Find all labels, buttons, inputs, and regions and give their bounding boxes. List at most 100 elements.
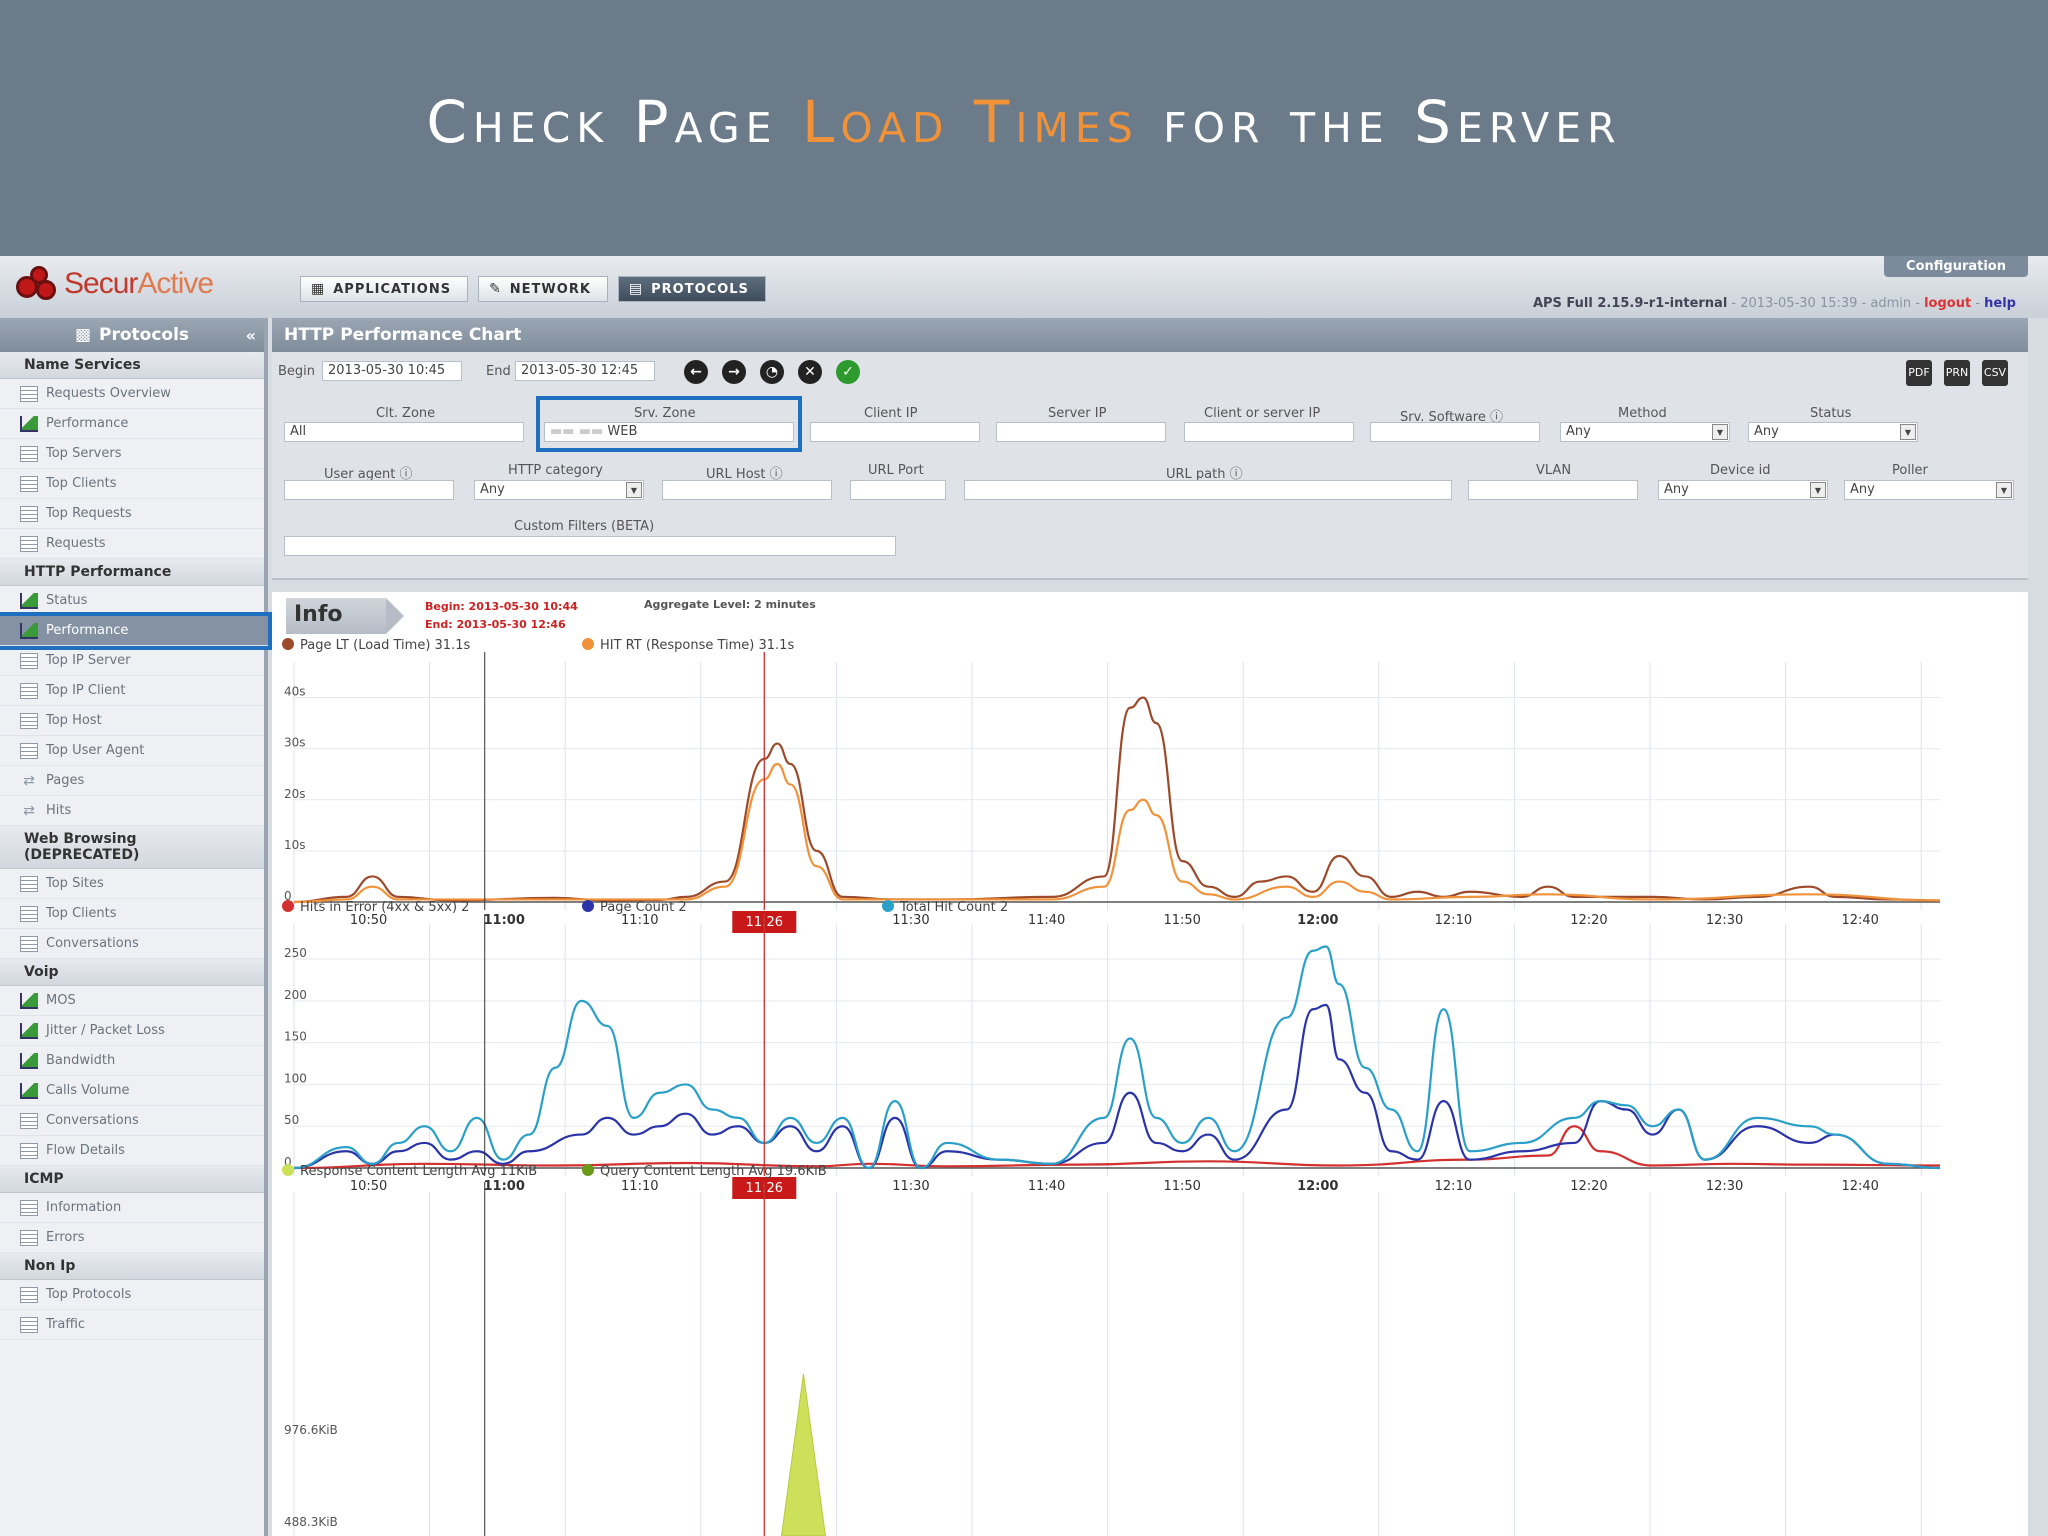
- sidebar-section-title: HTTP Performance: [0, 559, 264, 586]
- panel-title: HTTP Performance Chart: [272, 318, 2028, 352]
- url-port-input[interactable]: [850, 480, 946, 500]
- dropdown-icon[interactable]: ▼: [626, 482, 642, 498]
- url-host-input[interactable]: [662, 480, 832, 500]
- logout-link[interactable]: logout: [1924, 296, 1971, 311]
- grid-icon: [20, 935, 38, 952]
- sidebar-item[interactable]: ⇄ Pages: [0, 766, 264, 796]
- sidebar-item[interactable]: Top Sites: [0, 869, 264, 899]
- srv-software-input[interactable]: [1370, 422, 1540, 442]
- sidebar-item-label: Conversations: [46, 1113, 139, 1128]
- dropdown-icon[interactable]: ▼: [1900, 424, 1916, 440]
- sidebar-list: Name Services Requests Overview Performanc…: [0, 352, 272, 1340]
- sidebar-item[interactable]: Bandwidth: [0, 1046, 264, 1076]
- url-path-input[interactable]: [964, 480, 1452, 500]
- sidebar-item[interactable]: Requests Overview: [0, 379, 264, 409]
- sidebar-item[interactable]: Top Protocols: [0, 1280, 264, 1310]
- area-spike: [780, 1373, 826, 1536]
- tab-applications[interactable]: ▦ APPLICATIONS: [300, 276, 469, 302]
- clt-zone-select[interactable]: All: [284, 422, 524, 442]
- custom-filters-input[interactable]: [284, 536, 896, 556]
- legend-dot: [282, 900, 294, 912]
- sidebar-item[interactable]: Conversations: [0, 1106, 264, 1136]
- sidebar-item[interactable]: Requests: [0, 529, 264, 559]
- legend-dot: [282, 638, 294, 650]
- begin-input[interactable]: 2013-05-30 10:45: [322, 361, 462, 381]
- dropdown-icon[interactable]: ▼: [1996, 482, 2012, 498]
- chart-icon: [20, 592, 38, 609]
- client-or-server-ip-input[interactable]: [1184, 422, 1354, 442]
- user-agent-input[interactable]: [284, 480, 454, 500]
- clear-icon[interactable]: ✕: [798, 360, 822, 384]
- slide-title: Check Page Load Times for the Server: [426, 88, 1622, 156]
- sidebar-item[interactable]: Errors: [0, 1223, 264, 1253]
- apply-icon[interactable]: ✓: [836, 360, 860, 384]
- table-icon: [20, 905, 38, 922]
- x-tick-label: 11:10: [621, 1179, 658, 1194]
- dropdown-icon[interactable]: ▼: [1810, 482, 1826, 498]
- vlan-input[interactable]: [1468, 480, 1638, 500]
- http-category-select[interactable]: Any ▼: [474, 480, 644, 500]
- http-category-label: HTTP category: [508, 463, 603, 478]
- poller-select[interactable]: Any ▼: [1844, 480, 2014, 500]
- dropdown-icon[interactable]: ▼: [1712, 424, 1728, 440]
- series-line: [293, 1125, 1941, 1170]
- y-tick-label: 100: [284, 1071, 307, 1085]
- status-select[interactable]: Any ▼: [1748, 422, 1918, 442]
- sidebar-item[interactable]: ⇄ Hits: [0, 796, 264, 826]
- help-link[interactable]: help: [1984, 296, 2016, 311]
- end-input[interactable]: 2013-05-30 12:45: [515, 361, 655, 381]
- sidebar-item[interactable]: Conversations: [0, 929, 264, 959]
- sidebar-item[interactable]: Top Requests: [0, 499, 264, 529]
- sidebar-item[interactable]: Top Servers: [0, 439, 264, 469]
- print-icon[interactable]: PRN: [1944, 360, 1970, 386]
- export-csv-icon[interactable]: CSV: [1982, 360, 2008, 386]
- legend-label: Hits in Error (4xx & 5xx) 2: [300, 900, 469, 915]
- sidebar-item-label: Top User Agent: [46, 743, 145, 758]
- x-tick-label: 12:20: [1570, 1179, 1607, 1194]
- device-id-select[interactable]: Any ▼: [1658, 480, 1828, 500]
- tab-network[interactable]: ✎ NETWORK: [478, 276, 608, 302]
- sidebar-section-title: Web Browsing (DEPRECATED): [0, 826, 264, 869]
- chart-area: Info Begin: 2013-05-30 10:44 End: 2013-05…: [272, 592, 2028, 1536]
- sidebar-item[interactable]: Information: [0, 1193, 264, 1223]
- sidebar-section-title: Name Services: [0, 352, 264, 379]
- sidebar-item[interactable]: Top Host: [0, 706, 264, 736]
- sidebar-item[interactable]: Top Clients: [0, 469, 264, 499]
- sidebar-item[interactable]: Jitter / Packet Loss: [0, 1016, 264, 1046]
- clock-icon[interactable]: ◔: [760, 360, 784, 384]
- collapse-icon[interactable]: «: [246, 326, 256, 345]
- y-tick-label: 250: [284, 946, 307, 960]
- sidebar-item-label: MOS: [46, 993, 76, 1008]
- x-tick-label: 11:10: [621, 913, 658, 928]
- server-ip-input[interactable]: [996, 422, 1166, 442]
- sidebar-item[interactable]: Top User Agent: [0, 736, 264, 766]
- sidebar-item[interactable]: Calls Volume: [0, 1076, 264, 1106]
- legend-dot: [882, 900, 894, 912]
- legend-label: Response Content Length Avg 11KiB: [300, 1164, 537, 1179]
- forward-icon[interactable]: →: [722, 360, 746, 384]
- sidebar-item-label: Bandwidth: [46, 1053, 116, 1068]
- method-label: Method: [1618, 406, 1667, 421]
- x-tick-label: 11:30: [892, 1179, 929, 1194]
- sidebar-item[interactable]: MOS: [0, 986, 264, 1016]
- status-label: Status: [1810, 406, 1852, 421]
- tab-protocols[interactable]: ▤ PROTOCOLS: [617, 276, 766, 302]
- sidebar-item[interactable]: Top IP Server: [0, 646, 264, 676]
- client-ip-input[interactable]: [810, 422, 980, 442]
- vlan-label: VLAN: [1536, 463, 1572, 478]
- securactive-logo[interactable]: SecurActive: [14, 264, 214, 304]
- method-select[interactable]: Any ▼: [1560, 422, 1730, 442]
- export-pdf-icon[interactable]: PDF: [1906, 360, 1932, 386]
- sidebar-item[interactable]: Status: [0, 586, 264, 616]
- charts-svg[interactable]: Page LT (Load Time) 31.1s HIT RT (Respons…: [272, 592, 2028, 1536]
- top-bar: SecurActive ▦ APPLICATIONS ✎ NETWORK ▤ PROT…: [0, 256, 2048, 318]
- sidebar-item[interactable]: Flow Details: [0, 1136, 264, 1166]
- sidebar-item[interactable]: Traffic: [0, 1310, 264, 1340]
- sidebar-item-label: Top Servers: [46, 446, 122, 461]
- back-icon[interactable]: ←: [684, 360, 708, 384]
- sidebar-item[interactable]: Performance: [0, 409, 264, 439]
- sidebar-item[interactable]: Performance: [0, 612, 272, 650]
- configuration-button[interactable]: Configuration: [1884, 256, 2028, 277]
- sidebar-item[interactable]: Top IP Client: [0, 676, 264, 706]
- sidebar-item[interactable]: Top Clients: [0, 899, 264, 929]
